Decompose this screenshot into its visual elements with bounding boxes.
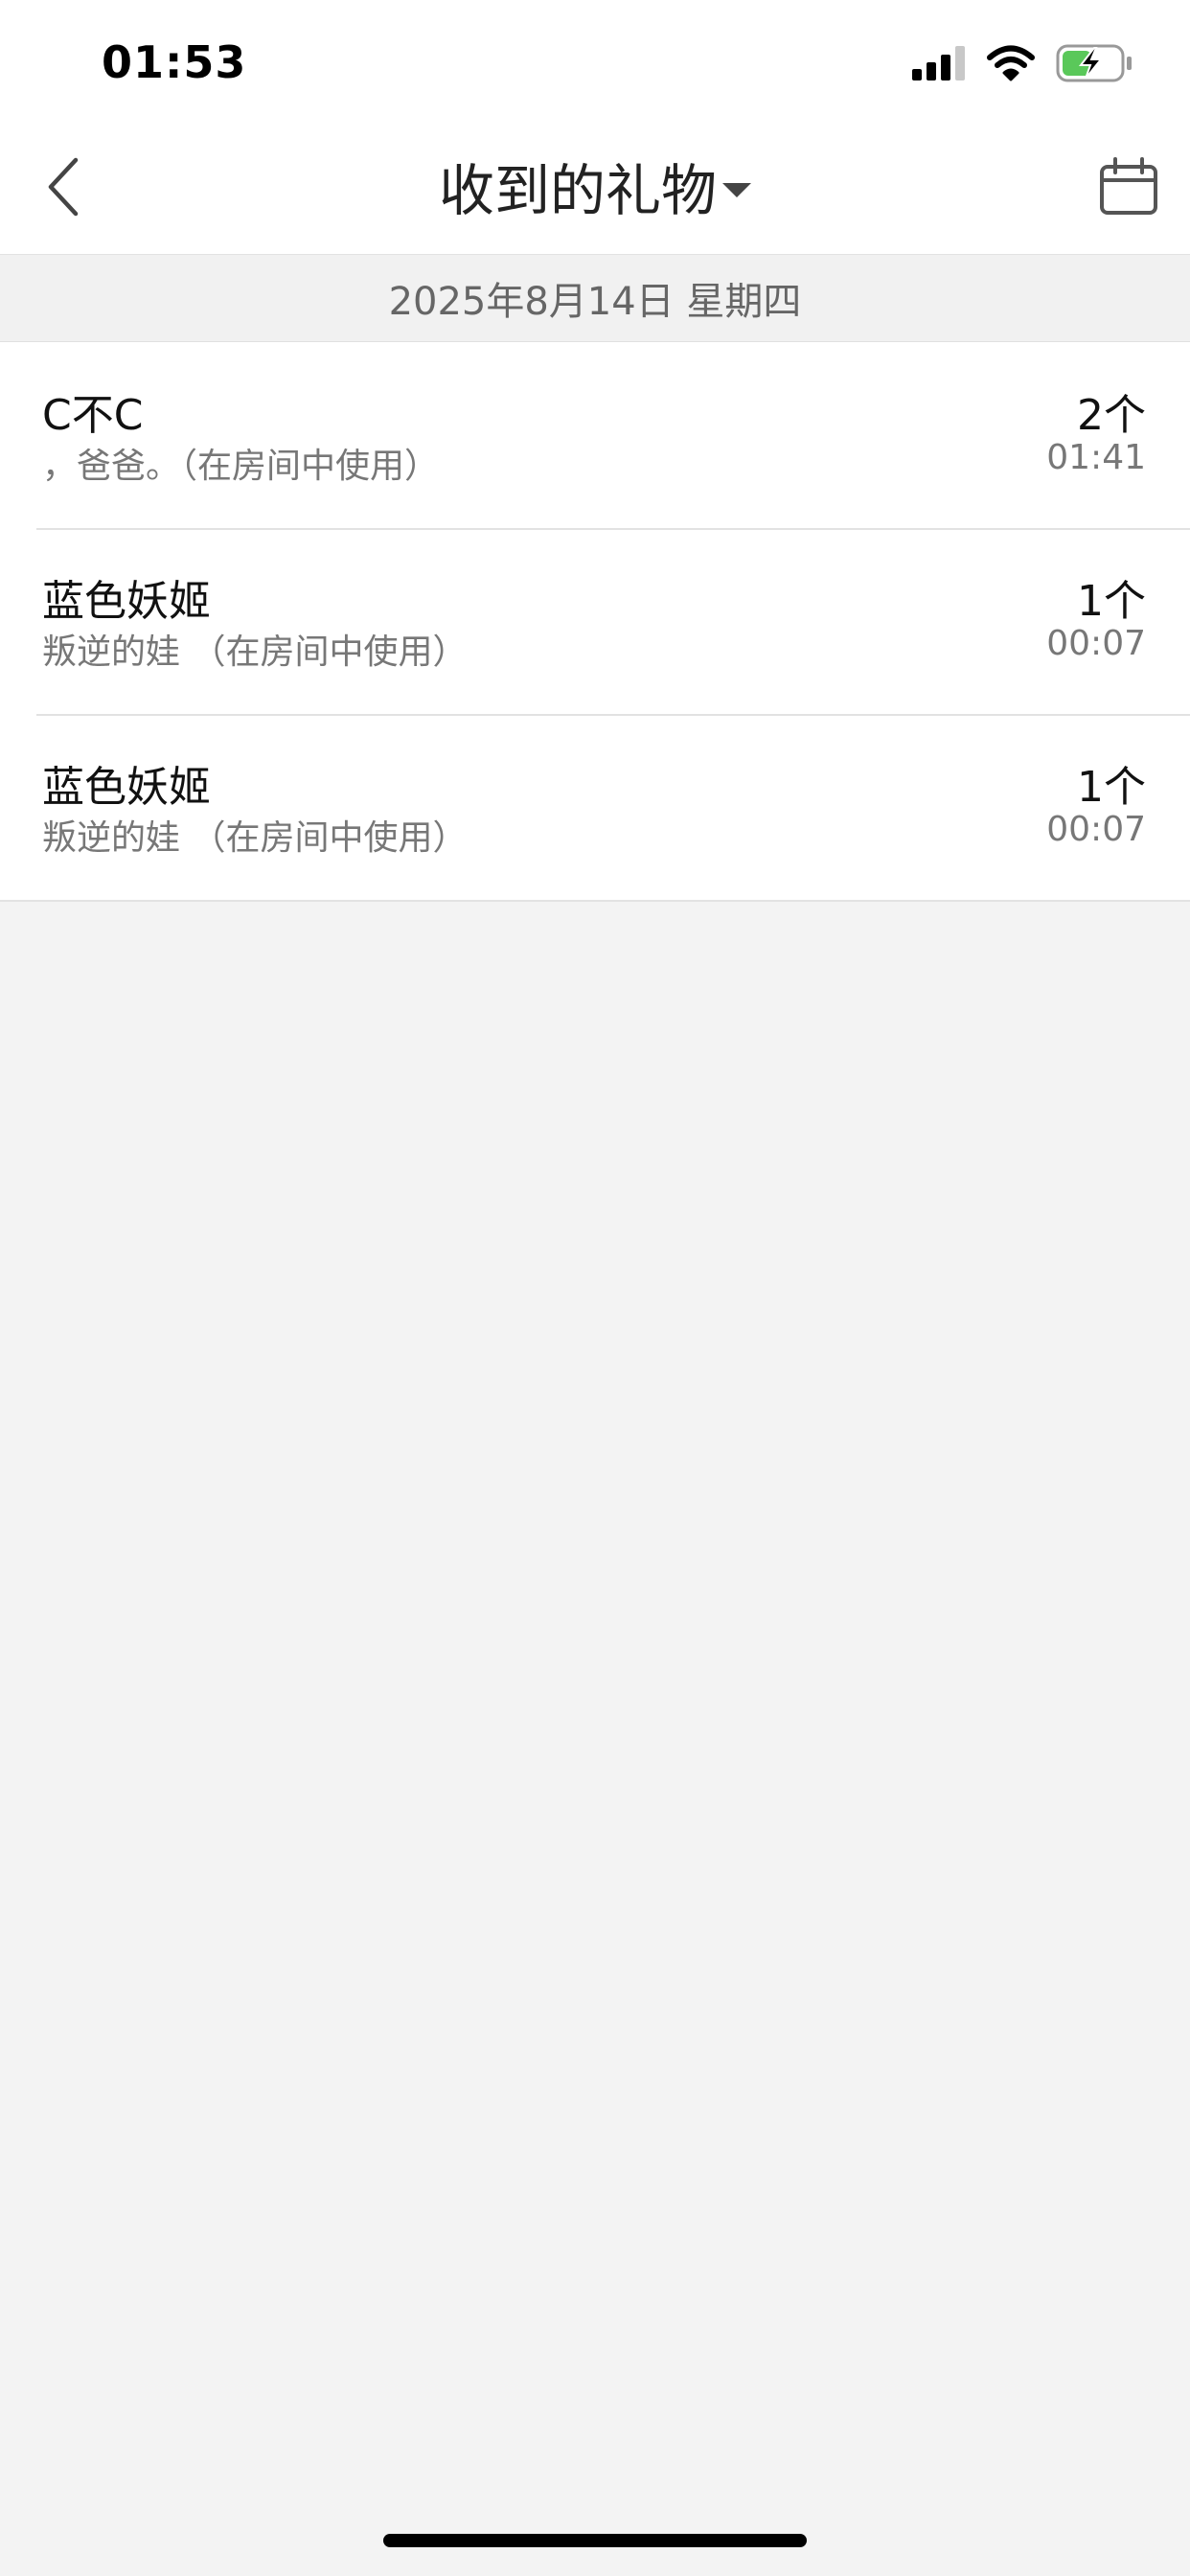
gift-count: 2个 [1077, 391, 1146, 440]
battery-charging-icon [1056, 44, 1132, 82]
gift-name: C不C [42, 391, 144, 440]
calendar-button[interactable] [1096, 155, 1161, 220]
gift-time: 00:07 [1046, 624, 1146, 663]
gift-sender: ，爸爸。（在房间中使用） [42, 447, 440, 486]
gift-sender: 叛逆的娃 （在房间中使用） [42, 818, 468, 858]
gift-sender: 叛逆的娃 （在房间中使用） [42, 632, 468, 672]
caret-down-icon [722, 182, 751, 197]
gift-time: 00:07 [1046, 810, 1146, 849]
cellular-signal-icon [912, 46, 965, 80]
wifi-icon [987, 45, 1035, 81]
list-item[interactable]: 蓝色妖姬 叛逆的娃 （在房间中使用） 1个 00:07 [0, 714, 1190, 900]
gift-time: 01:41 [1046, 438, 1146, 477]
page-title: 收到的礼物 [438, 158, 717, 223]
status-time: 01:53 [102, 36, 247, 88]
gift-count: 1个 [1077, 577, 1146, 626]
status-icons [912, 42, 1133, 84]
date-header: 2025年8月14日 星期四 [0, 254, 1190, 343]
gift-count: 1个 [1077, 763, 1146, 812]
list-item[interactable]: C不C ，爸爸。（在房间中使用） 2个 01:41 [0, 342, 1190, 528]
status-bar: 01:53 [0, 0, 1190, 125]
list-item[interactable]: 蓝色妖姬 叛逆的娃 （在房间中使用） 1个 00:07 [0, 528, 1190, 714]
title-dropdown[interactable]: 收到的礼物 [0, 146, 1190, 226]
nav-bar: 收到的礼物 [0, 125, 1190, 254]
gift-list: C不C ，爸爸。（在房间中使用） 2个 01:41 蓝色妖姬 叛逆的娃 （在房间… [0, 342, 1190, 902]
gift-name: 蓝色妖姬 [42, 763, 211, 812]
gift-name: 蓝色妖姬 [42, 577, 211, 626]
home-indicator[interactable] [383, 2534, 807, 2547]
calendar-icon [1100, 157, 1157, 215]
